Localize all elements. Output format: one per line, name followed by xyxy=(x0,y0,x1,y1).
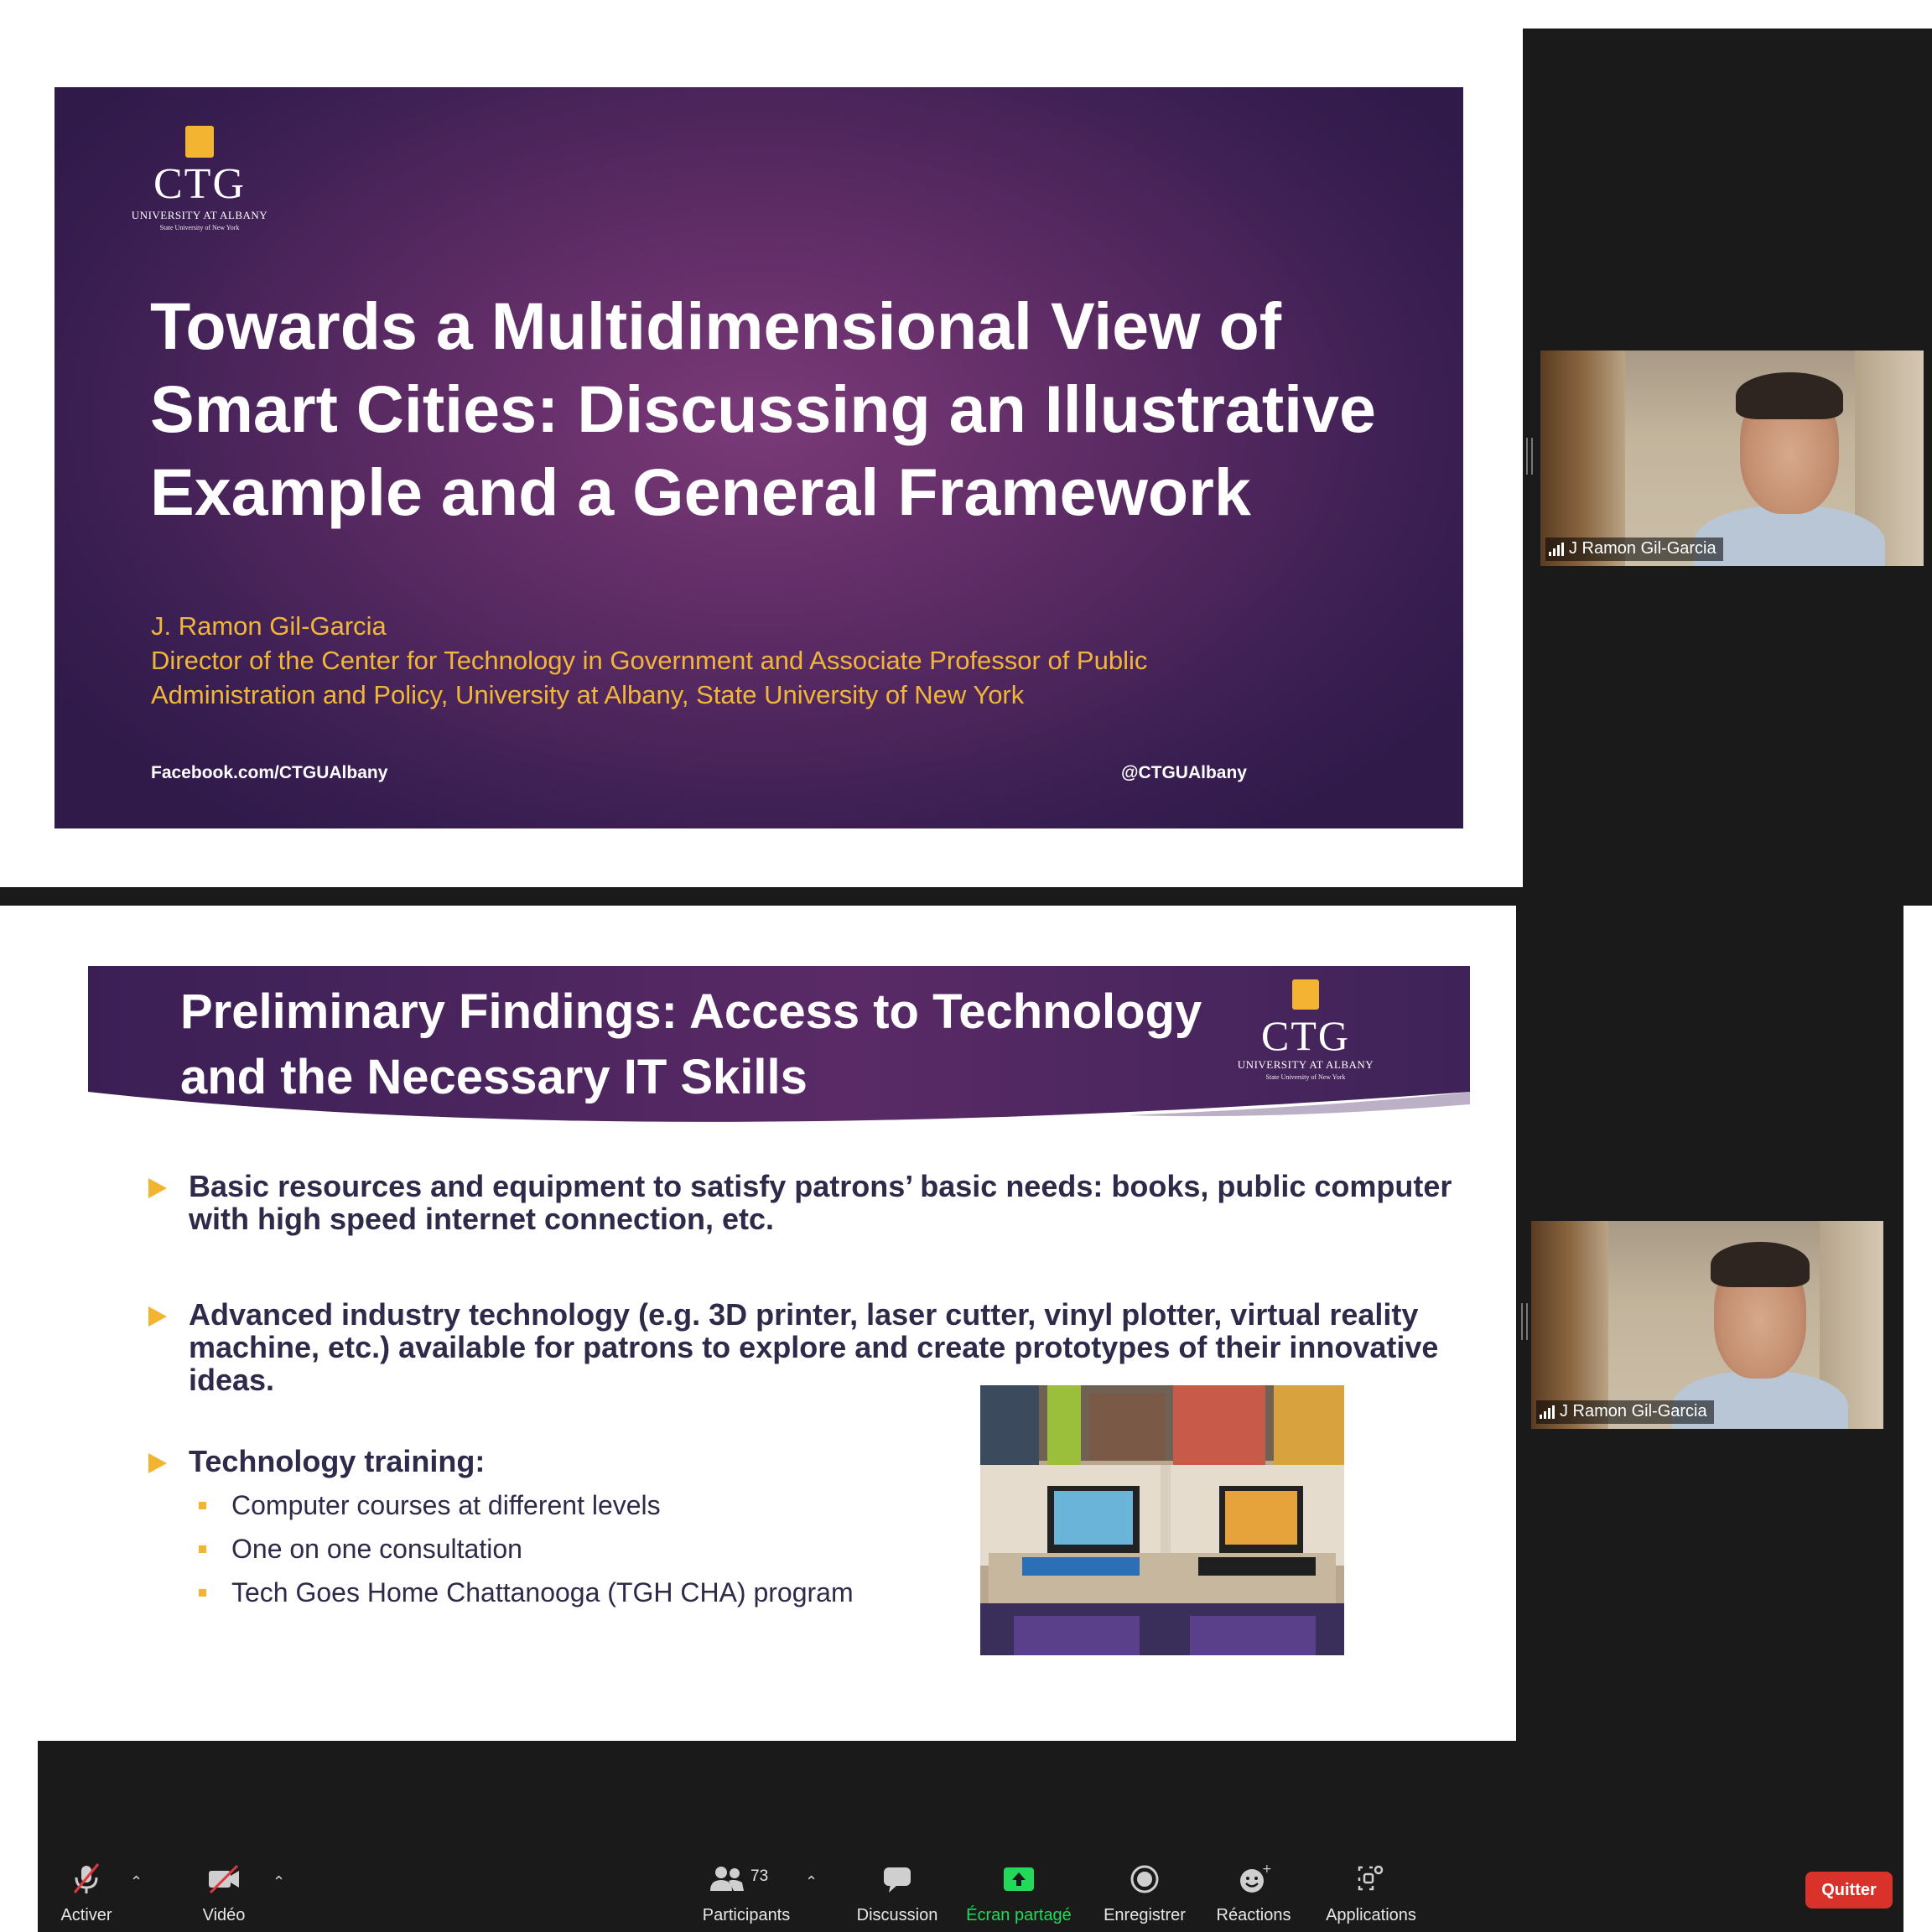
ctg-logo: CTG UNIVERSITY AT ALBANY State Universit… xyxy=(128,126,271,231)
apps-label: Applications xyxy=(1326,1906,1416,1924)
video-camera-off-icon xyxy=(209,1864,239,1894)
ctg-logo-university: UNIVERSITY AT ALBANY xyxy=(131,209,268,221)
ctg-logo-suny: State University of New York xyxy=(1265,1073,1346,1081)
participant-name-tag: J Ramon Gil-Garcia xyxy=(1536,1400,1714,1424)
participants-button[interactable]: 73 Participants xyxy=(692,1815,801,1932)
title-slide: CTG UNIVERSITY AT ALBANY State Universit… xyxy=(55,87,1463,828)
sub-bullet-square-icon xyxy=(199,1589,206,1597)
video-options-chevron-icon[interactable]: ⌃ xyxy=(273,1873,285,1891)
microphone-muted-icon xyxy=(73,1863,100,1893)
participant-name-tag: J Ramon Gil-Garcia xyxy=(1545,538,1723,561)
sidebar-resize-handle[interactable] xyxy=(1521,1303,1528,1340)
participants-count: 73 xyxy=(750,1867,769,1885)
unmute-label: Activer xyxy=(60,1906,112,1924)
bullet-item: Basic resources and equipment to satisfy… xyxy=(148,1170,1490,1235)
sub-bullet-square-icon xyxy=(199,1545,206,1553)
record-button[interactable]: Enregistrer xyxy=(1082,1815,1208,1932)
ctg-logo-mark-icon xyxy=(1292,979,1319,1010)
chat-bubble-icon xyxy=(884,1867,911,1893)
content-slide: Preliminary Findings: Access to Technolo… xyxy=(38,906,1516,1741)
ctg-logo-name: CTG xyxy=(153,160,246,208)
participant-name: J Ramon Gil-Garcia xyxy=(1569,539,1716,558)
sidebar-resize-handle[interactable] xyxy=(1526,438,1533,475)
bullet-arrow-icon xyxy=(148,1453,167,1473)
leave-meeting-button[interactable]: Quitter xyxy=(1805,1872,1893,1909)
ctg-logo-suny: State University of New York xyxy=(159,224,240,231)
ctg-logo: CTG UNIVERSITY AT ALBANY State Universit… xyxy=(1222,979,1389,1081)
bottom-meeting-screen: Preliminary Findings: Access to Technolo… xyxy=(0,906,1932,1932)
participant-video-tile[interactable]: J Ramon Gil-Garcia xyxy=(1531,1221,1883,1429)
reactions-label: Réactions xyxy=(1216,1906,1291,1924)
bullet-arrow-icon xyxy=(148,1306,167,1327)
chat-button[interactable]: Discussion xyxy=(839,1815,956,1932)
bullet-arrow-icon xyxy=(148,1178,167,1198)
participants-icon xyxy=(710,1867,744,1891)
ctg-logo-university: UNIVERSITY AT ALBANY xyxy=(1237,1058,1374,1071)
sub-bullet-item: Computer courses at different levels xyxy=(199,1490,661,1521)
audio-options-chevron-icon[interactable]: ⌃ xyxy=(130,1873,143,1891)
share-screen-label: Écran partagé xyxy=(966,1906,1072,1924)
ctg-logo-mark-icon xyxy=(185,126,214,158)
share-screen-icon xyxy=(1004,1867,1034,1891)
reactions-button[interactable]: + Réactions xyxy=(1199,1815,1308,1932)
signal-strength-icon xyxy=(1540,1405,1555,1419)
video-label: Vidéo xyxy=(202,1906,246,1924)
bullet-item: Advanced industry technology (e.g. 3D pr… xyxy=(148,1298,1490,1396)
twitter-handle: @CTGUAlbany xyxy=(1121,763,1247,782)
video-sidebar: J Ramon Gil-Garcia xyxy=(1523,29,1932,906)
apps-button[interactable]: Applications xyxy=(1308,1815,1434,1932)
meeting-toolbar: Activer ⌃ Vidéo ⌃ 73 Participants ⌃ Disc… xyxy=(38,1815,1903,1932)
svg-text:+: + xyxy=(1262,1862,1272,1876)
share-screen-button[interactable]: Écran partagé xyxy=(952,1815,1086,1932)
reactions-emoji-icon: + xyxy=(1240,1862,1272,1893)
facebook-handle: Facebook.com/CTGUAlbany xyxy=(151,763,388,782)
screen-divider xyxy=(0,887,1523,906)
library-computers-photo xyxy=(980,1385,1344,1655)
participant-name: J Ramon Gil-Garcia xyxy=(1560,1402,1707,1420)
participants-options-chevron-icon[interactable]: ⌃ xyxy=(805,1873,818,1891)
slide-title: Preliminary Findings: Access to Technolo… xyxy=(180,984,1202,1104)
record-label: Enregistrer xyxy=(1104,1906,1186,1924)
participant-video-tile[interactable]: J Ramon Gil-Garcia xyxy=(1540,351,1924,566)
video-sidebar: J Ramon Gil-Garcia xyxy=(1516,906,1903,1741)
slide-title: Towards a Multidimensional View of Smart… xyxy=(150,288,1376,529)
chat-label: Discussion xyxy=(856,1906,938,1924)
slide-author: J. Ramon Gil-Garcia xyxy=(151,611,387,641)
participants-label: Participants xyxy=(702,1906,791,1924)
sub-bullet-square-icon xyxy=(199,1502,206,1509)
unmute-button[interactable]: Activer xyxy=(44,1815,128,1932)
ctg-logo-name: CTG xyxy=(1261,1012,1350,1059)
top-shared-screen: CTG UNIVERSITY AT ALBANY State Universit… xyxy=(0,0,1523,887)
record-icon xyxy=(1130,1865,1159,1893)
sub-bullet-item: One on one consultation xyxy=(199,1534,522,1565)
signal-strength-icon xyxy=(1549,542,1564,556)
top-meeting-screen: CTG UNIVERSITY AT ALBANY State Universit… xyxy=(0,0,1932,906)
slide-affiliation: Director of the Center for Technology in… xyxy=(151,646,1148,709)
sub-bullet-item: Tech Goes Home Chattanooga (TGH CHA) pro… xyxy=(199,1577,854,1608)
video-button[interactable]: Vidéo xyxy=(182,1815,266,1932)
apps-grid-icon xyxy=(1358,1865,1384,1891)
